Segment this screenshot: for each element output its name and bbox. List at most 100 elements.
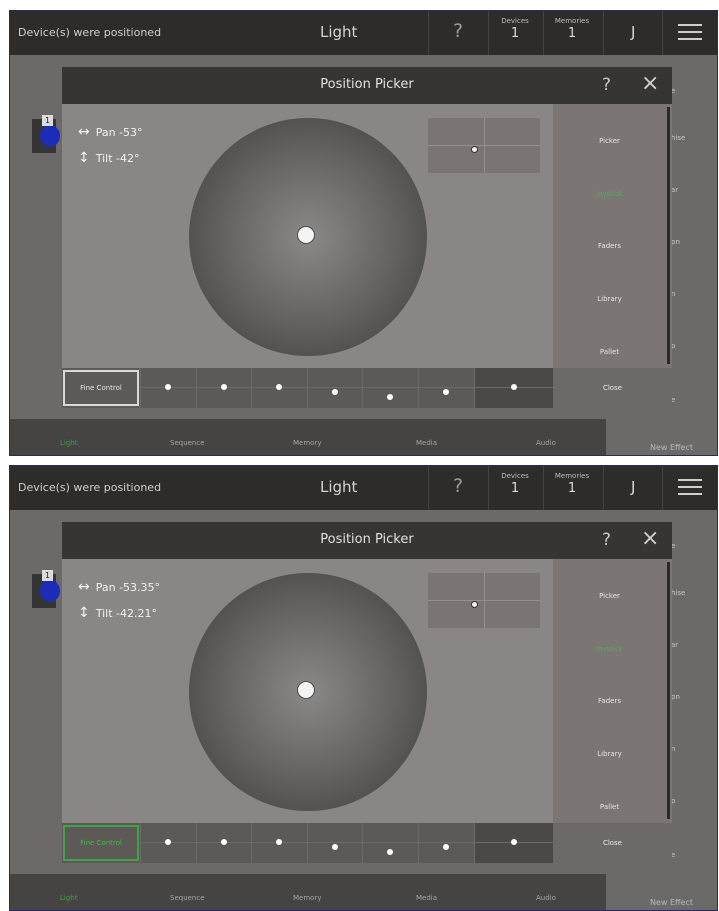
fixture-badge: 1 [42,570,53,581]
fine-slider[interactable] [140,368,197,408]
status-message: Device(s) were positioned [18,481,162,494]
joystick-knob[interactable] [297,226,315,244]
tilt-readout: ↕ Tilt -42.21° [78,605,157,621]
joystick-pad[interactable] [189,573,427,811]
status-message: Device(s) were positioned [18,26,162,39]
hamburger-menu-icon[interactable] [678,24,702,42]
nav-light[interactable]: Light [60,894,77,902]
nav-memory[interactable]: Memory [293,894,321,902]
close-icon[interactable]: × [641,71,659,96]
tilt-arrows-icon: ↕ [78,150,90,166]
divider [603,11,604,55]
divider [662,466,663,510]
joystick-pad[interactable] [189,118,427,356]
bg-fragment: hise [671,589,686,597]
sidebar-scrollbar[interactable] [667,107,670,364]
bg-fragment: hise [671,134,686,142]
nav-sequence[interactable]: Sequence [170,894,205,902]
hamburger-menu-icon[interactable] [678,479,702,497]
screenshot-after: Device(s) were positioned Light ? Device… [9,465,718,911]
top-bar: Device(s) were positioned Light ? Device… [10,466,717,510]
dialog-header: Position Picker ? × [62,522,672,559]
sidebar-scrollbar[interactable] [667,562,670,819]
fine-slider[interactable] [362,823,419,863]
fine-control-button[interactable]: Fine Control [63,370,139,406]
bg-fragment: pn [671,693,680,701]
mode-library[interactable]: Library [553,295,666,303]
fixture-beam [40,580,60,602]
devices-value: 1 [510,481,520,496]
fine-control-button[interactable]: Fine Control [63,825,139,861]
fine-slider[interactable] [196,823,252,863]
mode-pallet[interactable]: Pallet [553,803,666,811]
new-effect-button[interactable]: New Effect [650,898,693,907]
bottom-nav: Light Sequence Memory Media Audio [10,419,606,455]
divider [543,466,544,510]
mode-joystick[interactable]: Joystick [553,645,666,653]
fine-slider[interactable] [418,368,475,408]
mode-faders[interactable]: Faders [553,697,666,705]
memories-counter[interactable]: Memories 1 [547,472,597,496]
position-picker-dialog: Position Picker ? × ↔ Pan -53° ↕ Tilt -42°… [62,67,672,408]
mode-library[interactable]: Library [553,750,666,758]
nav-light[interactable]: Light [60,439,77,447]
mode-picker[interactable]: Picker [553,137,666,145]
divider [488,11,489,55]
user-button[interactable]: J [631,23,635,41]
memories-label: Memories [554,17,590,25]
app-title[interactable]: Light [320,478,357,496]
memories-value: 1 [567,481,577,496]
pan-arrows-icon: ↔ [78,579,90,595]
close-icon[interactable]: × [641,526,659,551]
user-button[interactable]: J [631,478,635,496]
nav-media[interactable]: Media [416,439,437,447]
fine-slider[interactable] [307,823,363,863]
nav-sequence[interactable]: Sequence [170,439,205,447]
divider [543,11,544,55]
position-preview[interactable] [428,573,540,628]
nav-audio[interactable]: Audio [536,894,556,902]
mode-joystick[interactable]: Joystick [553,190,666,198]
new-effect-button[interactable]: New Effect [650,443,693,452]
help-icon[interactable]: ? [602,75,611,95]
memories-counter[interactable]: Memories 1 [547,17,597,41]
fine-slider[interactable] [307,368,363,408]
fine-slider[interactable] [140,823,197,863]
fine-slider[interactable] [474,823,554,863]
close-button[interactable]: Close [553,823,672,863]
mode-picker[interactable]: Picker [553,592,666,600]
help-icon[interactable]: ? [602,530,611,550]
preview-position-dot [471,146,478,153]
joystick-knob[interactable] [297,681,315,699]
fine-slider[interactable] [362,368,419,408]
devices-counter[interactable]: Devices 1 [490,472,540,496]
bottom-nav: Light Sequence Memory Media Audio [10,874,606,910]
nav-memory[interactable]: Memory [293,439,321,447]
app-title[interactable]: Light [320,23,357,41]
nav-media[interactable]: Media [416,894,437,902]
mode-faders[interactable]: Faders [553,242,666,250]
fine-slider[interactable] [418,823,475,863]
pan-readout: ↔ Pan -53° [78,124,143,140]
tilt-readout: ↕ Tilt -42° [78,150,140,166]
fine-slider[interactable] [474,368,554,408]
memories-value: 1 [567,26,577,41]
fine-slider[interactable] [196,368,252,408]
close-button[interactable]: Close [553,368,672,408]
pan-readout: ↔ Pan -53.35° [78,579,160,595]
fixture-badge: 1 [42,115,53,126]
mode-pallet[interactable]: Pallet [553,348,666,356]
help-icon[interactable]: ? [453,475,463,497]
divider [488,466,489,510]
memories-label: Memories [554,472,590,480]
top-bar: Device(s) were positioned Light ? Device… [10,11,717,55]
fine-slider[interactable] [251,368,308,408]
help-icon[interactable]: ? [453,20,463,42]
pan-value: Pan -53° [95,126,143,139]
devices-counter[interactable]: Devices 1 [490,17,540,41]
nav-audio[interactable]: Audio [536,439,556,447]
fine-slider[interactable] [251,823,308,863]
devices-label: Devices [501,472,529,480]
position-preview[interactable] [428,118,540,173]
bg-fragment: pn [671,238,680,246]
